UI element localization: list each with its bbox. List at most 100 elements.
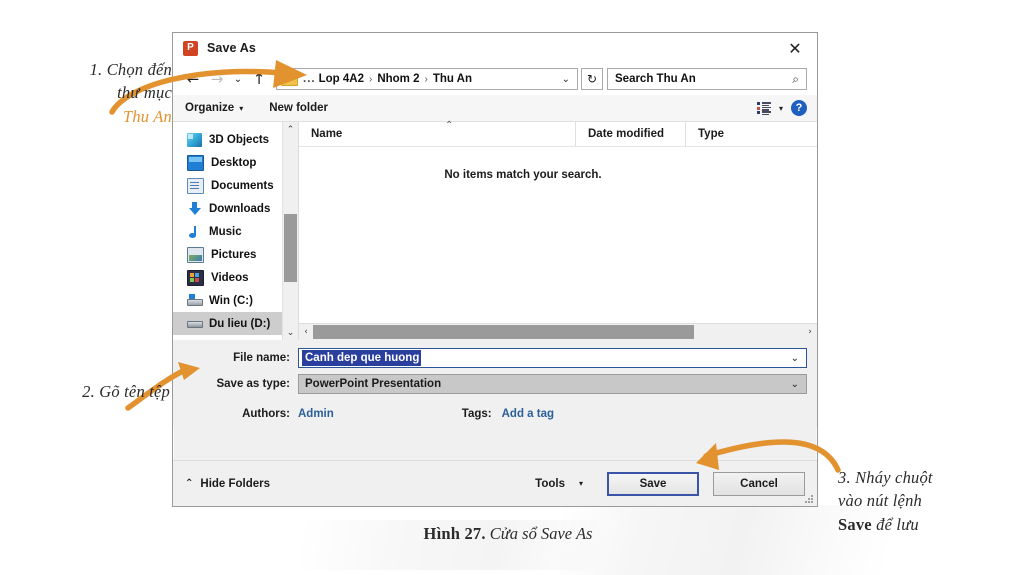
address-bar[interactable]: ... Lop 4A2 › Nhom 2 › Thu An ⌄	[276, 68, 578, 90]
dialog-title: Save As	[207, 41, 256, 55]
annotation-step-1: 1. Chọn đến thư mục Thu An	[44, 58, 172, 128]
sidebar-item-win-c[interactable]: Win (C:)	[173, 289, 298, 312]
3d-objects-icon	[187, 132, 202, 147]
search-input[interactable]: Search Thu An ⌕	[607, 68, 807, 90]
sidebar-item-music[interactable]: Music	[173, 220, 298, 243]
breadcrumb-item-1[interactable]: Nhom 2	[377, 73, 419, 85]
save-as-type-value: PowerPoint Presentation	[305, 378, 442, 390]
sidebar-item-label: Downloads	[209, 202, 271, 215]
pictures-icon	[187, 246, 204, 263]
organize-button[interactable]: Organize ▾	[185, 102, 243, 114]
save-as-type-row: Save as type: PowerPoint Presentation ⌄	[173, 373, 817, 395]
figure-caption-text: Cửa sổ Save As	[485, 524, 593, 543]
authors-label: Authors:	[242, 408, 290, 420]
chevron-down-icon[interactable]: ⌄	[784, 353, 806, 364]
breadcrumb-item-0[interactable]: Lop 4A2	[319, 73, 364, 85]
figure-caption: Hình 27. Cửa sổ Save As	[0, 524, 1016, 544]
save-button[interactable]: Save	[607, 471, 699, 496]
annotation-step-1-line-2: thư mục	[117, 83, 172, 103]
help-icon[interactable]: ?	[791, 100, 807, 116]
sidebar-item-label: Pictures	[211, 248, 257, 261]
resize-grip[interactable]	[802, 492, 813, 503]
powerpoint-icon: P	[183, 40, 198, 56]
annotation-step-3-line-2: vào nút lệnh	[838, 491, 922, 511]
column-header-name[interactable]: Name	[299, 122, 576, 146]
sidebar-item-documents[interactable]: Documents	[173, 174, 298, 197]
sidebar-item-label: Desktop	[211, 156, 257, 169]
new-folder-button[interactable]: New folder	[269, 102, 328, 114]
videos-icon	[187, 269, 204, 286]
file-list-pane: Name Date modified Type ⌃ No items match…	[298, 120, 817, 340]
save-as-type-select[interactable]: PowerPoint Presentation ⌄	[298, 374, 807, 394]
sidebar-item-downloads[interactable]: Downloads	[173, 197, 298, 220]
scroll-up-icon[interactable]: ⌃	[283, 122, 298, 137]
documents-icon	[187, 177, 204, 194]
refresh-icon[interactable]: ↻	[581, 68, 603, 90]
organize-label: Organize	[185, 102, 235, 114]
scroll-left-icon[interactable]: ‹	[299, 327, 313, 337]
figure-caption-number: Hình 27.	[423, 524, 486, 543]
scrollbar-thumb[interactable]	[313, 325, 694, 339]
change-view-icon[interactable]	[756, 102, 771, 115]
cancel-button[interactable]: Cancel	[713, 471, 805, 496]
close-icon[interactable]: ✕	[773, 33, 817, 63]
dialog-footer: ⌃ Hide Folders Tools ▾ Save Cancel	[173, 460, 817, 506]
navigation-pane: 3D Objects Desktop Documents Downloads M…	[173, 122, 298, 340]
column-header-type[interactable]: Type	[686, 122, 817, 146]
tags-label: Tags:	[461, 408, 492, 420]
sidebar-item-videos[interactable]: Videos	[173, 266, 298, 289]
scroll-right-icon[interactable]: ›	[803, 327, 817, 337]
metadata-row: Authors: Admin Tags: Add a tag	[173, 402, 817, 426]
drive-c-icon	[187, 293, 203, 308]
chevron-down-icon[interactable]: ⌄	[555, 74, 577, 85]
downloads-icon	[187, 201, 202, 216]
back-icon[interactable]: ←	[181, 67, 205, 91]
annotation-step-2: 2. Gõ tên tệp	[24, 380, 170, 403]
forward-icon[interactable]: →	[205, 67, 229, 91]
search-input-value: Search Thu An	[615, 73, 696, 85]
footer-actions: Tools ▾ Save Cancel	[535, 471, 805, 496]
column-header-date-modified[interactable]: Date modified	[576, 122, 686, 146]
scrollbar-thumb[interactable]	[284, 214, 297, 282]
file-name-row: File name: Canh dep que huong ⌄	[173, 347, 817, 369]
file-name-label: File name:	[233, 352, 290, 364]
navigation-pane-scrollbar[interactable]: ⌃ ⌄	[282, 122, 298, 340]
desktop-icon	[187, 154, 204, 171]
tools-button[interactable]: Tools ▾	[535, 478, 583, 490]
command-toolbar: Organize ▾ New folder ▾ ?	[173, 95, 817, 122]
new-folder-label: New folder	[269, 102, 329, 114]
sidebar-item-3d-objects[interactable]: 3D Objects	[173, 128, 298, 151]
scroll-down-icon[interactable]: ⌄	[283, 325, 298, 340]
breadcrumb-overflow[interactable]: ...	[303, 73, 316, 85]
sidebar-item-pictures[interactable]: Pictures	[173, 243, 298, 266]
sidebar-item-desktop[interactable]: Desktop	[173, 151, 298, 174]
up-icon[interactable]: ↑	[247, 67, 271, 91]
sidebar-item-du-lieu-d[interactable]: Du lieu (D:)	[173, 312, 298, 335]
authors-value[interactable]: Admin	[298, 408, 334, 420]
tags-value[interactable]: Add a tag	[502, 408, 554, 420]
save-as-dialog: P Save As ✕ ← → ⌄ ↑ ... Lop 4A2 › Nhom 2…	[172, 32, 818, 507]
chevron-down-icon[interactable]: ⌄	[784, 379, 806, 390]
save-form: File name: Canh dep que huong ⌄ Save as …	[173, 340, 817, 426]
scrollbar-track[interactable]	[313, 324, 803, 340]
sidebar-item-label: Videos	[211, 271, 249, 284]
hide-folders-button[interactable]: ⌃ Hide Folders	[185, 478, 270, 490]
chevron-up-icon: ⌃	[185, 478, 194, 489]
dialog-title-bar: P Save As ✕	[173, 33, 817, 63]
search-icon[interactable]: ⌕	[792, 72, 799, 87]
file-list-header: Name Date modified Type ⌃	[299, 120, 817, 147]
drive-d-icon	[187, 317, 203, 331]
annotation-step-2-text: 2. Gõ tên tệp	[82, 382, 170, 401]
sort-ascending-icon: ⌃	[445, 120, 454, 131]
recent-locations-icon[interactable]: ⌄	[229, 67, 247, 91]
breadcrumb-separator: ›	[368, 73, 373, 85]
file-name-value: Canh dep que huong	[302, 350, 422, 366]
file-list-horizontal-scrollbar[interactable]: ‹ ›	[299, 323, 817, 340]
hide-folders-label: Hide Folders	[200, 477, 271, 490]
chevron-down-icon[interactable]: ▾	[779, 104, 783, 113]
chevron-down-icon: ▾	[239, 103, 244, 113]
sidebar-item-label: 3D Objects	[209, 133, 270, 146]
file-name-input[interactable]: Canh dep que huong ⌄	[298, 348, 807, 368]
folder-icon	[281, 70, 298, 86]
breadcrumb-item-2[interactable]: Thu An	[433, 73, 472, 85]
